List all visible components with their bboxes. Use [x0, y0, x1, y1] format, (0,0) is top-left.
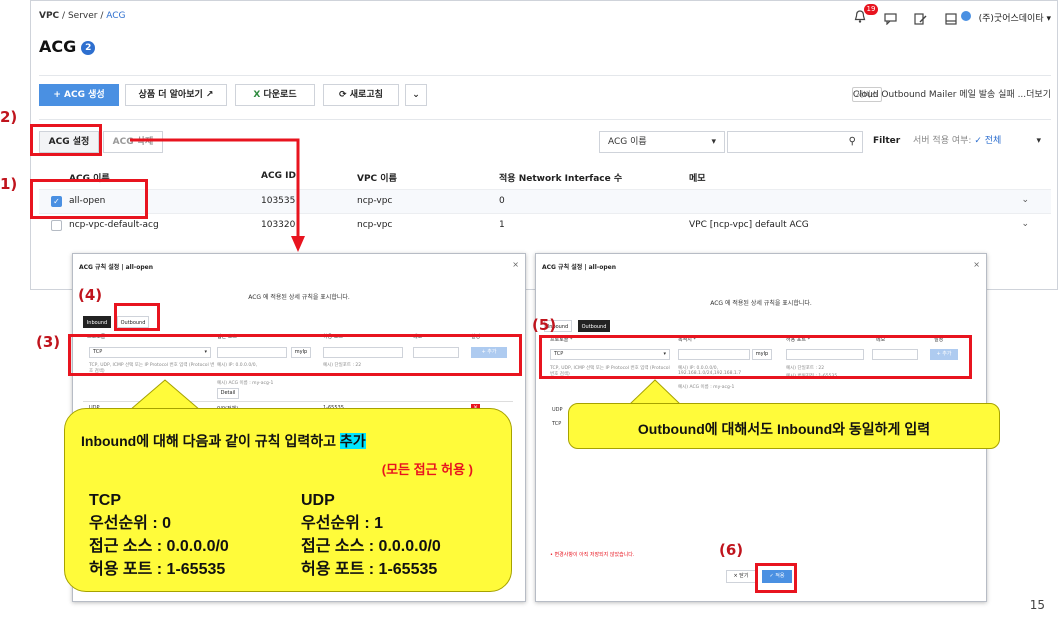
udp-rule-block: UDP 우선순위 : 1 접근 소스 : 0.0.0.0/0 허용 포트 : 1…	[301, 489, 441, 581]
callout-inbound-text: Inbound에 대해 다음과 같이 규칙 입력하고 추가	[81, 431, 366, 451]
udp-port: 허용 포트 : 1-65535	[301, 561, 438, 578]
tcp-priority: 우선순위 : 0	[89, 515, 171, 532]
callout-outbound-text: Outbound에 대해서도 Inbound와 동일하게 입력	[637, 421, 931, 437]
outbound-instruction-callout: Outbound에 대해서도 Inbound와 동일하게 입력	[568, 403, 1000, 449]
tcp-port: 허용 포트 : 1-65535	[89, 561, 226, 578]
tcp-source: 접근 소스 : 0.0.0.0/0	[89, 538, 229, 555]
udp-priority: 우선순위 : 1	[301, 515, 383, 532]
tcp-rule-block: TCP 우선순위 : 0 접근 소스 : 0.0.0.0/0 허용 포트 : 1…	[89, 489, 229, 581]
callout-inbound-highlight: 추가	[339, 433, 366, 449]
page-number: 15	[1029, 598, 1045, 612]
callout-inbound-sub: (모든 접근 허용 )	[381, 462, 473, 477]
callout-inbound-main: Inbound에 대해 다음과 같이 규칙 입력하고	[81, 433, 340, 449]
inbound-instruction-callout: Inbound에 대해 다음과 같이 규칙 입력하고 추가 (모든 접근 허용 …	[64, 408, 512, 592]
udp-source: 접근 소스 : 0.0.0.0/0	[301, 538, 441, 555]
tcp-title: TCP	[89, 492, 121, 509]
udp-title: UDP	[301, 492, 335, 509]
